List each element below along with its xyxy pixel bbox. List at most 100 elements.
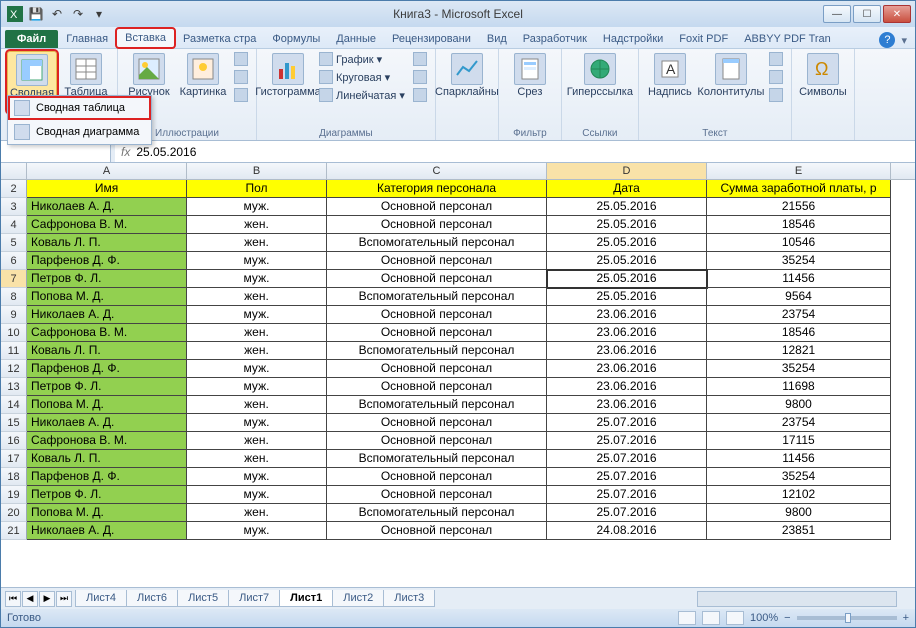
row-header[interactable]: 4 [1,216,27,234]
data-cell[interactable]: Николаев А. Д. [27,414,187,432]
data-cell[interactable]: 35254 [707,252,891,270]
data-cell[interactable]: 17115 [707,432,891,450]
data-cell[interactable]: 25.07.2016 [547,468,707,486]
data-cell[interactable]: Основной персонал [327,522,547,540]
symbols-button[interactable]: Ω Символы [798,51,848,100]
textbox-button[interactable]: A Надпись [645,51,695,100]
sheet-tab[interactable]: Лист7 [228,590,280,607]
row-header[interactable]: 18 [1,468,27,486]
data-cell[interactable]: 23.06.2016 [547,396,707,414]
tab-home[interactable]: Главная [58,30,116,48]
data-cell[interactable]: Петров Ф. Л. [27,378,187,396]
sheet-nav-next[interactable]: ▶ [39,591,55,607]
header-cell[interactable]: Имя [27,180,187,198]
data-cell[interactable]: 12102 [707,486,891,504]
data-cell[interactable]: Основной персонал [327,468,547,486]
minimize-button[interactable]: — [823,5,851,23]
row-header[interactable]: 2 [1,180,27,198]
data-cell[interactable]: Вспомогательный персонал [327,504,547,522]
data-cell[interactable]: Основной персонал [327,306,547,324]
data-cell[interactable]: 18546 [707,324,891,342]
column-header-D[interactable]: D [547,163,707,179]
data-cell[interactable]: Основной персонал [327,324,547,342]
redo-icon[interactable]: ↷ [68,4,88,24]
zoom-out-button[interactable]: − [784,612,790,624]
data-cell[interactable]: Основной персонал [327,378,547,396]
data-cell[interactable]: Парфенов Д. Ф. [27,360,187,378]
data-cell[interactable]: Основной персонал [327,198,547,216]
sheet-tab[interactable]: Лист4 [75,590,127,607]
data-cell[interactable]: Петров Ф. Л. [27,486,187,504]
maximize-button[interactable]: ☐ [853,5,881,23]
picture-button[interactable]: Рисунок [124,51,174,100]
line-chart-button[interactable]: График ▾ [317,51,407,67]
row-header[interactable]: 16 [1,432,27,450]
pie-chart-button[interactable]: Круговая ▾ [317,69,407,85]
data-cell[interactable]: 25.07.2016 [547,414,707,432]
data-cell[interactable]: 23.06.2016 [547,360,707,378]
data-cell[interactable]: жен. [187,432,327,450]
slicer-button[interactable]: Срез [505,51,555,100]
data-cell[interactable]: Попова М. Д. [27,396,187,414]
tab-foxit[interactable]: Foxit PDF [671,30,736,48]
select-all-corner[interactable] [1,163,27,179]
data-cell[interactable]: Сафронова В. М. [27,324,187,342]
row-header[interactable]: 9 [1,306,27,324]
data-cell[interactable]: муж. [187,468,327,486]
row-header[interactable]: 6 [1,252,27,270]
bar-chart-button[interactable]: Линейчатая ▾ [317,87,407,103]
row-header[interactable]: 21 [1,522,27,540]
tab-abbyy[interactable]: ABBYY PDF Tran [736,30,839,48]
histogram-button[interactable]: Гистограмма [263,51,313,100]
formula-input[interactable]: 25.05.2016 [136,145,196,159]
row-header[interactable]: 20 [1,504,27,522]
object-button[interactable] [767,87,785,103]
data-cell[interactable]: муж. [187,360,327,378]
scatter-chart-button[interactable] [411,69,429,85]
header-cell[interactable]: Пол [187,180,327,198]
tab-review[interactable]: Рецензировани [384,30,479,48]
row-header[interactable]: 14 [1,396,27,414]
data-cell[interactable]: 23.06.2016 [547,306,707,324]
sheet-nav-last[interactable]: ⏭ [56,591,72,607]
data-cell[interactable]: муж. [187,414,327,432]
hyperlink-button[interactable]: Гиперссылка [568,51,632,100]
data-cell[interactable]: Парфенов Д. Ф. [27,252,187,270]
tab-view[interactable]: Вид [479,30,515,48]
sheet-tab[interactable]: Лист1 [279,590,333,607]
qat-more-icon[interactable]: ▾ [89,4,109,24]
tab-developer[interactable]: Разработчик [515,30,595,48]
data-cell[interactable]: 9564 [707,288,891,306]
zoom-in-button[interactable]: + [903,612,909,624]
data-cell[interactable]: Коваль Л. П. [27,234,187,252]
data-cell[interactable]: 9800 [707,504,891,522]
sheet-tab[interactable]: Лист2 [332,590,384,607]
data-cell[interactable]: 12821 [707,342,891,360]
data-cell[interactable]: 25.07.2016 [547,432,707,450]
data-cell[interactable]: 23.06.2016 [547,378,707,396]
header-cell[interactable]: Сумма заработной платы, р [707,180,891,198]
data-cell[interactable]: 25.05.2016 [547,216,707,234]
excel-icon[interactable]: X [5,4,25,24]
header-cell[interactable]: Категория персонала [327,180,547,198]
sheet-nav-first[interactable]: ⏮ [5,591,21,607]
data-cell[interactable]: 18546 [707,216,891,234]
area-chart-button[interactable] [411,51,429,67]
data-cell[interactable]: Основной персонал [327,252,547,270]
sheet-tab[interactable]: Лист6 [126,590,178,607]
data-cell[interactable]: 23754 [707,306,891,324]
data-cell[interactable]: муж. [187,486,327,504]
dropdown-pivot-table[interactable]: Сводная таблица [8,96,151,120]
data-cell[interactable]: муж. [187,378,327,396]
undo-icon[interactable]: ↶ [47,4,67,24]
screenshot-button[interactable] [232,87,250,103]
help-icon[interactable]: ? [879,32,895,48]
smartart-button[interactable] [232,69,250,85]
data-cell[interactable]: 23.06.2016 [547,342,707,360]
horizontal-scrollbar[interactable] [697,591,897,607]
data-cell[interactable]: 11698 [707,378,891,396]
data-cell[interactable]: муж. [187,198,327,216]
view-pagebreak-button[interactable] [726,611,744,625]
data-cell[interactable]: Основной персонал [327,360,547,378]
data-cell[interactable]: 35254 [707,468,891,486]
